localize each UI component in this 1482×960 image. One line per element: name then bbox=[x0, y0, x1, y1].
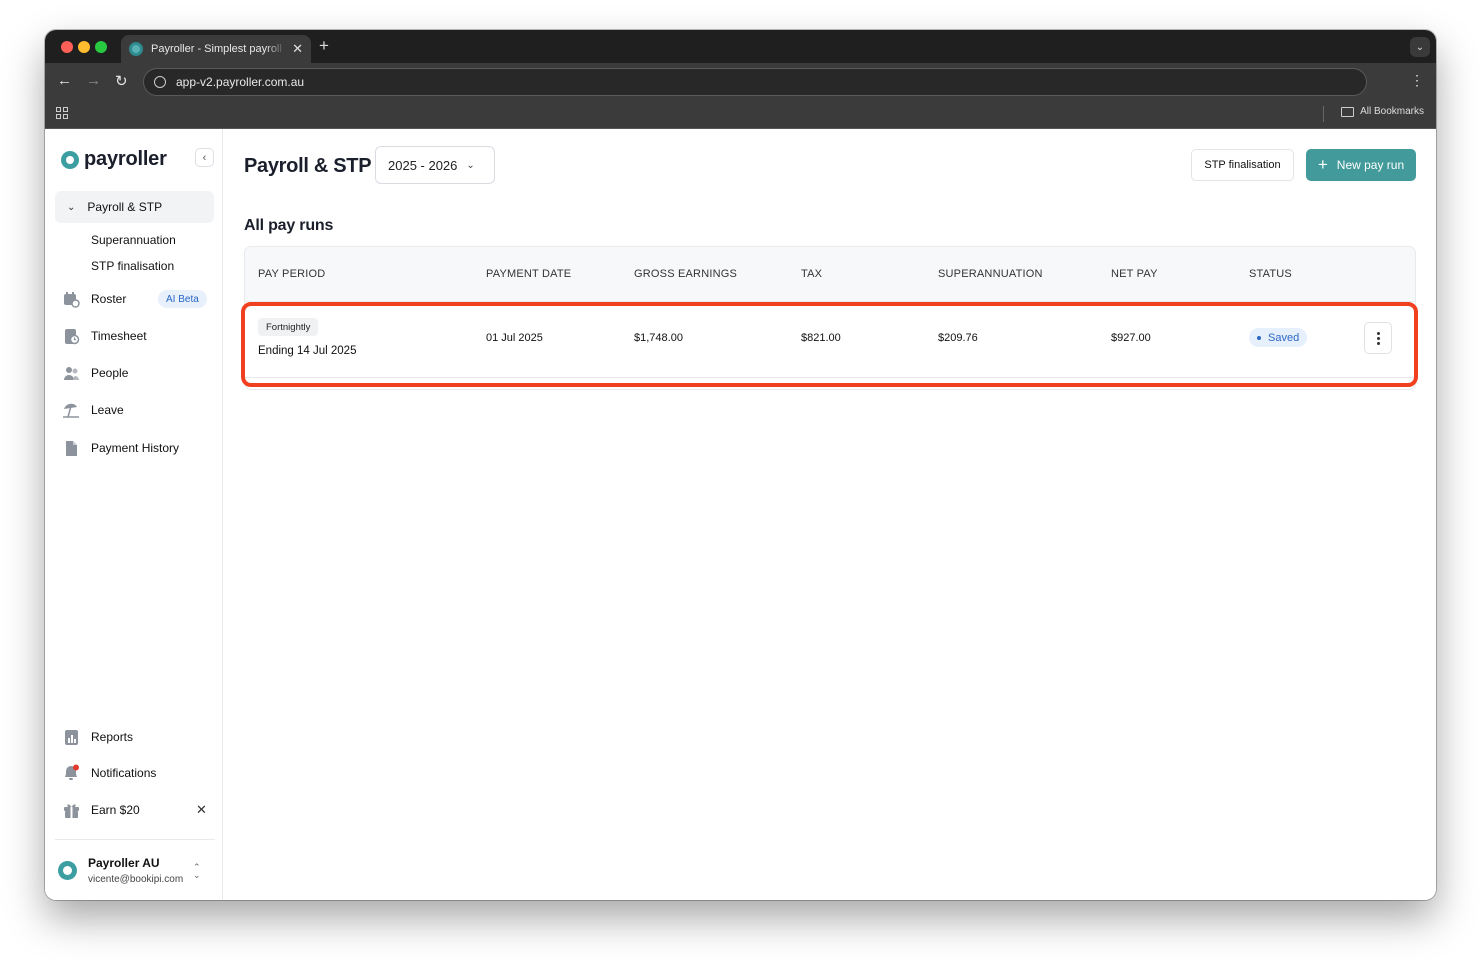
sidebar-item-reports[interactable]: Reports bbox=[62, 727, 133, 747]
gift-icon bbox=[62, 801, 80, 819]
collapse-sidebar-button[interactable]: ‹ bbox=[195, 148, 214, 167]
favicon-icon bbox=[129, 42, 143, 56]
minimize-window-button[interactable] bbox=[78, 41, 90, 53]
new-pay-run-button[interactable]: + New pay run bbox=[1306, 149, 1416, 181]
frequency-badge: Fortnightly bbox=[258, 318, 319, 336]
status-badge: Saved bbox=[1249, 328, 1308, 347]
account-name: Payroller AU bbox=[88, 856, 160, 870]
people-icon bbox=[62, 364, 80, 382]
reload-icon[interactable]: ↻ bbox=[115, 72, 128, 90]
dismiss-earn-icon[interactable]: ✕ bbox=[196, 802, 207, 818]
sidebar-item-stp-finalisation[interactable]: STP finalisation bbox=[91, 259, 174, 273]
sidebar-item-earn[interactable]: Earn $20 bbox=[62, 800, 140, 820]
payment-date-cell: 01 Jul 2025 bbox=[486, 332, 543, 344]
all-bookmarks-label: All Bookmarks bbox=[1360, 106, 1424, 117]
financial-year-select[interactable]: 2025 - 2026 ⌄ bbox=[375, 146, 495, 184]
sidebar-item-label: Timesheet bbox=[91, 329, 147, 343]
sidebar-item-payment-history[interactable]: Payment History bbox=[62, 438, 179, 458]
sidebar-item-label: Reports bbox=[91, 730, 134, 744]
column-header-payment-date: PAYMENT DATE bbox=[486, 268, 572, 280]
sidebar-item-label: Earn $20 bbox=[91, 803, 140, 817]
sidebar-item-label: Roster bbox=[91, 292, 127, 306]
bookmarks-divider bbox=[1323, 106, 1324, 122]
logo[interactable]: payroller bbox=[61, 148, 167, 171]
table-row[interactable]: Fortnightly Ending 14 Jul 2025 01 Jul 20… bbox=[245, 302, 1415, 378]
chevron-up-down-icon[interactable]: ⌃ ⌄ bbox=[193, 863, 201, 880]
forward-arrow-icon[interactable]: → bbox=[86, 72, 101, 89]
sidebar-item-leave[interactable]: Leave bbox=[62, 400, 124, 420]
chevron-left-icon: ‹ bbox=[202, 151, 207, 164]
app-content: payroller ‹ ⌄ Payroll & STP Superannuati… bbox=[45, 129, 1436, 900]
address-bar[interactable]: app-v2.payroller.com.au bbox=[143, 68, 1367, 96]
section-title: All pay runs bbox=[244, 217, 334, 234]
tax-cell: $821.00 bbox=[801, 332, 841, 344]
logo-mark-icon bbox=[61, 150, 79, 169]
sidebar-item-label: People bbox=[91, 366, 129, 380]
leave-icon bbox=[62, 401, 80, 419]
apps-grid-icon[interactable] bbox=[56, 107, 68, 119]
all-bookmarks-button[interactable]: All Bookmarks bbox=[1341, 106, 1424, 117]
sidebar-item-roster[interactable]: Roster bbox=[62, 289, 126, 309]
column-header-gross-earnings: GROSS EARNINGS bbox=[634, 268, 738, 280]
roster-icon bbox=[62, 290, 80, 308]
column-header-net-pay: NET PAY bbox=[1111, 268, 1158, 280]
document-icon bbox=[62, 439, 80, 457]
sidebar-item-notifications[interactable]: Notifications bbox=[62, 763, 156, 783]
reports-icon bbox=[62, 728, 80, 746]
plus-icon: + bbox=[1317, 155, 1328, 174]
account-switcher[interactable]: Payroller AU vicente@bookipi.com bbox=[58, 856, 183, 885]
stp-finalisation-button[interactable]: STP finalisation bbox=[1191, 149, 1294, 181]
browser-tab[interactable]: Payroller - Simplest payroll software ✕ bbox=[121, 35, 311, 63]
chevron-down-icon: ⌄ bbox=[67, 201, 76, 213]
superannuation-cell: $209.76 bbox=[938, 332, 978, 344]
net-pay-cell: $927.00 bbox=[1111, 332, 1151, 344]
sidebar-item-label: Notifications bbox=[91, 766, 157, 780]
sidebar: payroller ‹ ⌄ Payroll & STP Superannuati… bbox=[45, 129, 223, 900]
sidebar-item-label: Leave bbox=[91, 403, 124, 417]
tab-bar: Payroller - Simplest payroll software ✕ … bbox=[45, 30, 1436, 63]
year-select-value: 2025 - 2026 bbox=[388, 157, 458, 173]
row-actions-menu-button[interactable] bbox=[1364, 322, 1392, 354]
browser-window: Payroller - Simplest payroll software ✕ … bbox=[45, 30, 1436, 900]
back-arrow-icon[interactable]: ← bbox=[57, 72, 72, 89]
timesheet-icon bbox=[62, 327, 80, 345]
new-pay-run-label: New pay run bbox=[1336, 158, 1405, 172]
browser-toolbar: ← → ↻ app-v2.payroller.com.au ⋮ bbox=[45, 63, 1436, 100]
sidebar-item-label: Payment History bbox=[91, 441, 180, 455]
logo-text: payroller bbox=[84, 148, 167, 170]
new-tab-icon[interactable]: + bbox=[319, 36, 329, 56]
site-info-icon[interactable] bbox=[154, 76, 166, 88]
tab-title: Payroller - Simplest payroll software bbox=[151, 43, 286, 55]
column-header-superannuation: SUPERANNUATION bbox=[938, 268, 1043, 280]
bookmarks-bar: All Bookmarks bbox=[45, 100, 1436, 129]
ai-beta-badge: AI Beta bbox=[158, 290, 207, 308]
status-label: Saved bbox=[1268, 331, 1300, 344]
browser-menu-icon[interactable]: ⋮ bbox=[1410, 72, 1424, 89]
pay-period-cell: Ending 14 Jul 2025 bbox=[258, 345, 357, 357]
chevron-down-icon: ⌄ bbox=[466, 159, 475, 171]
table-header: PAY PERIOD PAYMENT DATE GROSS EARNINGS T… bbox=[245, 247, 1415, 302]
tab-search-icon[interactable]: ⌄ bbox=[1410, 37, 1430, 57]
sidebar-item-people[interactable]: People bbox=[62, 363, 128, 383]
sidebar-item-timesheet[interactable]: Timesheet bbox=[62, 326, 147, 346]
bell-icon bbox=[62, 764, 80, 782]
column-header-status: STATUS bbox=[1249, 268, 1292, 280]
folder-icon bbox=[1341, 106, 1355, 117]
account-logo-icon bbox=[58, 861, 77, 880]
pay-runs-table: PAY PERIOD PAYMENT DATE GROSS EARNINGS T… bbox=[244, 246, 1416, 390]
url-text: app-v2.payroller.com.au bbox=[176, 75, 305, 89]
close-window-button[interactable] bbox=[61, 41, 73, 53]
nav-group-payroll[interactable]: ⌄ Payroll & STP bbox=[55, 191, 214, 223]
close-tab-icon[interactable]: ✕ bbox=[292, 41, 303, 57]
account-email: vicente@bookipi.com bbox=[88, 874, 184, 885]
column-header-tax: TAX bbox=[801, 268, 823, 280]
gross-earnings-cell: $1,748.00 bbox=[634, 332, 683, 344]
status-dot-icon bbox=[1257, 335, 1261, 340]
sidebar-divider bbox=[55, 839, 215, 840]
maximize-window-button[interactable] bbox=[95, 41, 107, 53]
sidebar-item-superannuation[interactable]: Superannuation bbox=[91, 233, 176, 247]
page-title: Payroll & STP bbox=[244, 155, 372, 177]
nav-group-label: Payroll & STP bbox=[87, 200, 163, 214]
column-header-pay-period: PAY PERIOD bbox=[258, 268, 326, 280]
